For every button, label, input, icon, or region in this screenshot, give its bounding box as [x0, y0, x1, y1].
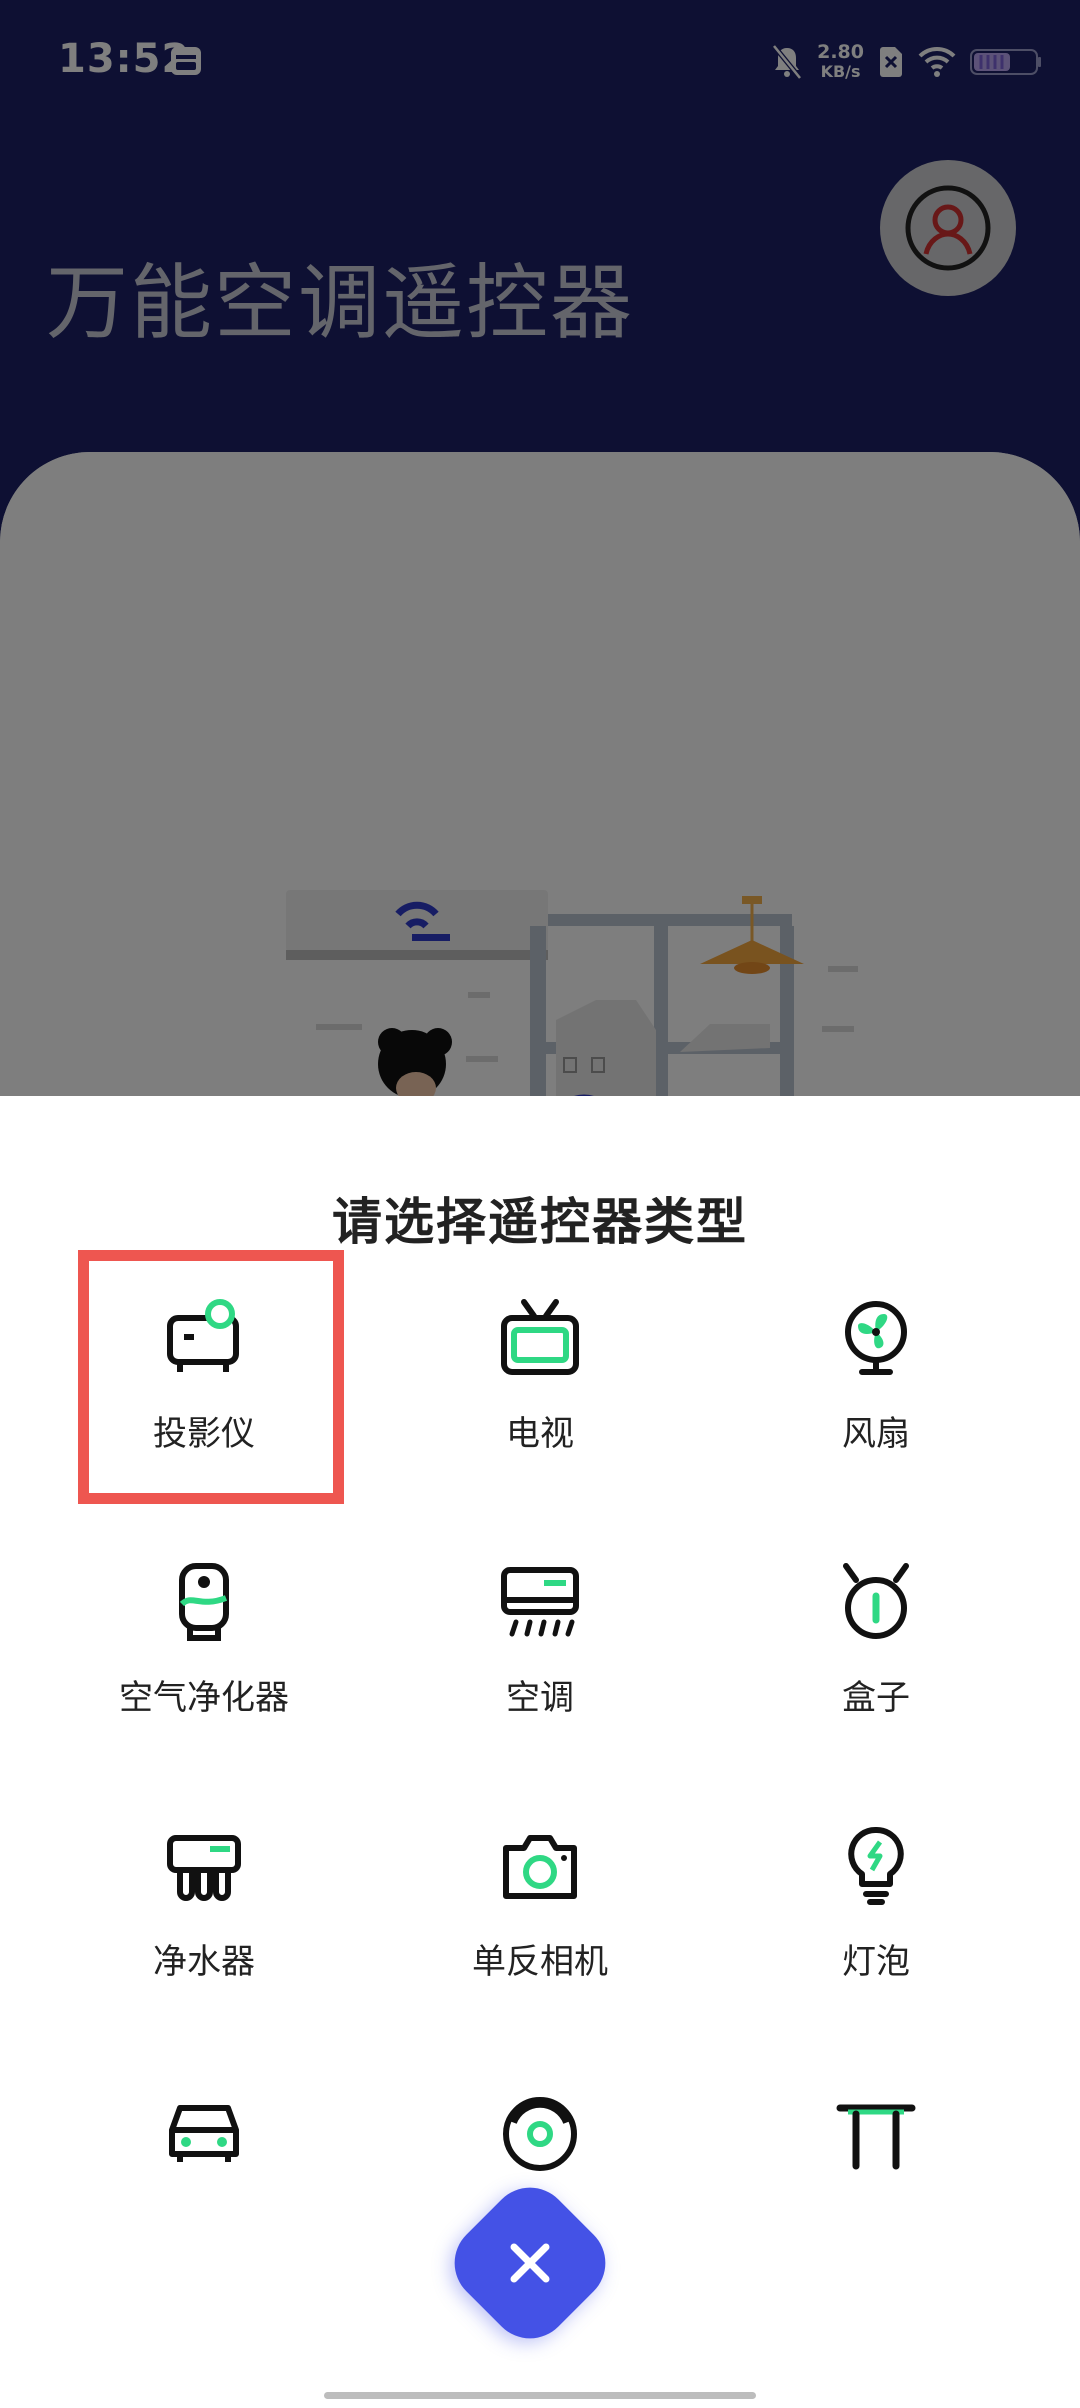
device-label: 电视	[506, 1414, 574, 1454]
air-purifier-icon	[179, 1563, 229, 1641]
device-label: 空调	[506, 1678, 574, 1718]
modal-overlay[interactable]	[0, 0, 1080, 1096]
light-bulb-icon	[848, 1826, 904, 1905]
fan-icon	[845, 1301, 907, 1375]
device-item-fan[interactable]: 风扇	[708, 1256, 1044, 1496]
device-label: 空气净化器	[119, 1678, 289, 1718]
air-conditioner-icon	[501, 1567, 579, 1637]
tv-box-icon	[843, 1563, 909, 1639]
device-label: 灯泡	[842, 1942, 910, 1982]
close-icon	[510, 2243, 550, 2283]
device-item-air-purifier[interactable]: 空气净化器	[36, 1520, 372, 1760]
device-item-tv-box[interactable]: 盒子	[708, 1520, 1044, 1760]
app-background: 13:52 2.80 KB/s	[0, 0, 1080, 1096]
device-item-air-conditioner[interactable]: 空调	[372, 1520, 708, 1760]
water-purifier-icon	[167, 1835, 241, 1901]
device-label: 单反相机	[472, 1942, 608, 1982]
robot-vacuum-icon	[503, 2097, 577, 2171]
device-label: 盒子	[842, 1678, 910, 1718]
sheet-title: 请选择遥控器类型	[332, 1193, 748, 1251]
device-label: 净水器	[153, 1942, 255, 1982]
device-item-tv[interactable]: 电视	[372, 1256, 708, 1496]
device-label: 风扇	[842, 1414, 910, 1454]
home-indicator[interactable]	[324, 2392, 756, 2399]
table-icon	[836, 2104, 916, 2170]
car-icon	[169, 2105, 239, 2162]
selection-highlight	[78, 1250, 344, 1504]
scroll-fade	[0, 1980, 1080, 2070]
close-button-glyph[interactable]	[465, 2198, 595, 2328]
tv-icon	[501, 1299, 579, 1375]
camera-icon	[503, 1835, 577, 1899]
